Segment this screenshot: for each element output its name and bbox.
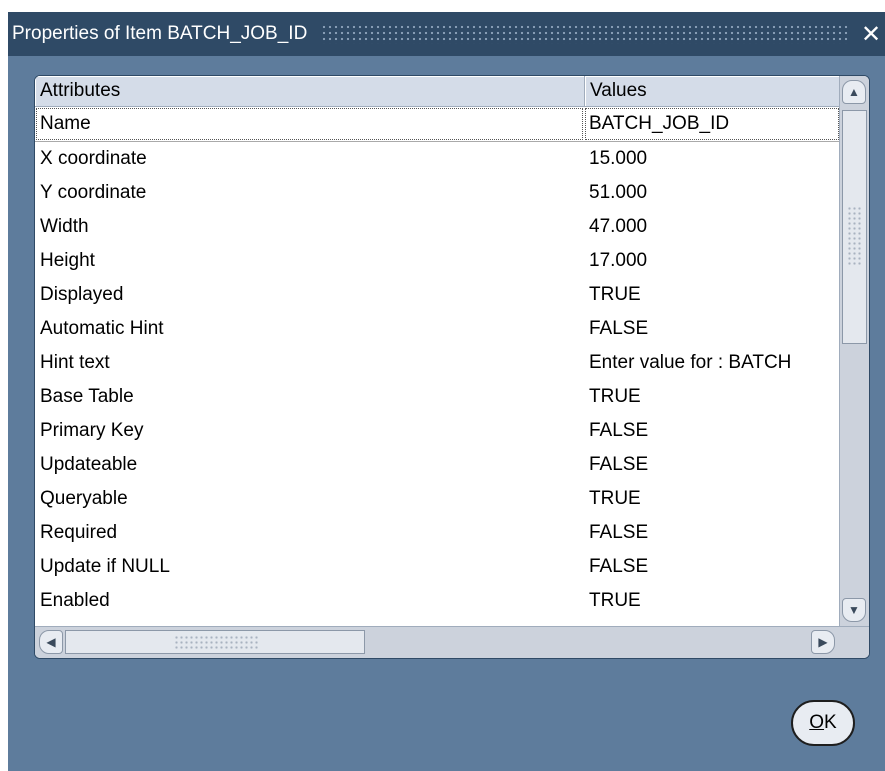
value-cell: TRUE [589,386,641,407]
value-cell: BATCH_JOB_ID [584,107,840,141]
value-cell: FALSE [589,556,649,577]
attribute-cell: Queryable [40,488,128,509]
arrow-right-icon[interactable]: ▶ [811,630,835,654]
value-cell: FALSE [589,420,649,441]
properties-table-panel: Attributes Values Name BATCH_JOB_ID X coor… [34,75,870,659]
table-row[interactable]: Update if NULL FALSE [35,550,840,584]
attribute-cell: Automatic Hint [40,318,164,339]
table-row[interactable]: Automatic Hint FALSE [35,312,840,346]
attribute-cell: Base Table [40,386,134,407]
value-cell: FALSE [589,454,649,475]
table-row[interactable]: Name BATCH_JOB_ID [35,107,840,142]
table-row[interactable]: Displayed TRUE [35,278,840,312]
ok-button[interactable]: OK [791,700,855,746]
attribute-cell: Hint text [40,352,110,373]
title-drag-grip[interactable] [321,24,849,44]
ok-label-rest: K [824,712,837,733]
attribute-cell: Primary Key [40,420,144,441]
arrow-down-icon[interactable]: ▼ [842,598,866,622]
value-cell: TRUE [589,590,641,611]
value-cell: TRUE [589,284,641,305]
attribute-cell: Required [40,522,118,543]
table-row[interactable]: Enabled TRUE [35,584,840,618]
table-row[interactable]: Hint text Enter value for : BATCH [35,346,840,380]
attribute-cell: Y coordinate [40,182,147,203]
value-cell: FALSE [589,318,649,339]
table-row[interactable]: Height 17.000 [35,244,840,278]
table-row[interactable]: X coordinate 15.000 [35,142,840,176]
vertical-scrollbar[interactable]: ▲ ▼ [839,76,869,626]
table-row[interactable]: Base Table TRUE [35,380,840,414]
ok-mnemonic: O [809,712,825,733]
value-cell: Enter value for : BATCH [589,352,792,373]
properties-dialog: Properties of Item BATCH_JOB_ID ✕ Attrib… [8,12,885,771]
table-row[interactable]: Required FALSE [35,516,840,550]
value-cell: 51.000 [589,182,648,203]
thumb-grip [847,206,863,266]
attribute-cell: Enabled [40,590,110,611]
arrow-up-icon[interactable]: ▲ [842,80,866,104]
table-row[interactable]: Y coordinate 51.000 [35,176,840,210]
table-body: Name BATCH_JOB_ID X coordinate 15.000 Y coor… [35,107,840,618]
vertical-scroll-thumb[interactable] [842,110,867,344]
attribute-cell: Width [40,216,89,237]
attribute-cell: X coordinate [40,148,147,169]
value-cell: 47.000 [589,216,648,237]
column-header-values[interactable]: Values [585,76,840,106]
table-header: Attributes Values [35,76,840,107]
horizontal-scrollbar[interactable]: ◀ ▶ [35,626,869,658]
table-row[interactable]: Primary Key FALSE [35,414,840,448]
close-icon[interactable]: ✕ [857,20,885,49]
title-bar[interactable]: Properties of Item BATCH_JOB_ID ✕ [8,12,885,56]
thumb-grip [174,635,258,649]
horizontal-scroll-thumb[interactable] [65,630,365,654]
attribute-cell: Height [40,250,95,271]
value-cell: 15.000 [589,148,648,169]
arrow-left-icon[interactable]: ◀ [39,630,63,654]
column-header-attributes[interactable]: Attributes [35,76,585,106]
attribute-cell: Displayed [40,284,124,305]
value-cell: 17.000 [589,250,648,271]
table-row[interactable]: Updateable FALSE [35,448,840,482]
properties-grid: Attributes Values Name BATCH_JOB_ID X coor… [35,76,840,626]
table-row[interactable]: Width 47.000 [35,210,840,244]
table-row[interactable]: Queryable TRUE [35,482,840,516]
attribute-cell: Name [35,107,584,141]
dialog-title: Properties of Item BATCH_JOB_ID [12,23,308,44]
value-cell: TRUE [589,488,641,509]
attribute-cell: Updateable [40,454,138,475]
attribute-cell: Update if NULL [40,556,170,577]
value-cell: FALSE [589,522,649,543]
